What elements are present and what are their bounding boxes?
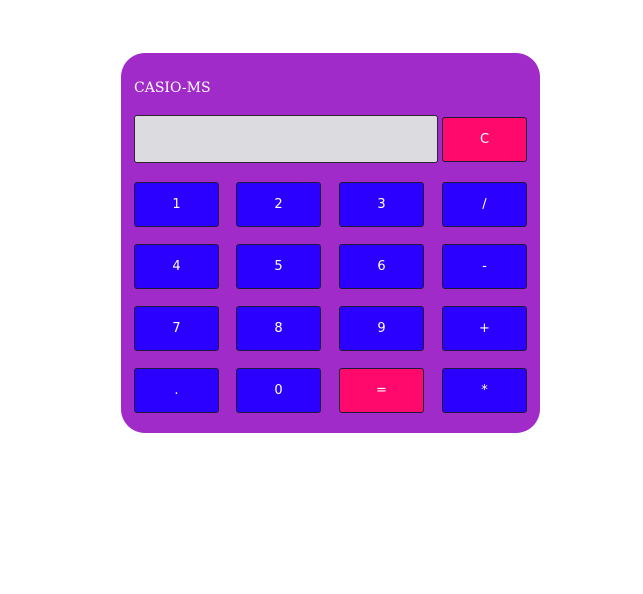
key-6-button[interactable]: 6 (339, 244, 424, 289)
decimal-button[interactable]: . (134, 368, 219, 413)
clear-button[interactable]: C (442, 117, 527, 162)
divide-button[interactable]: / (442, 182, 527, 227)
key-5-button[interactable]: 5 (236, 244, 321, 289)
key-9-button[interactable]: 9 (339, 306, 424, 351)
key-3-button[interactable]: 3 (339, 182, 424, 227)
calculator: CASIO-MS C 1 2 3 / 4 5 6 - 7 8 9 + . 0 =… (121, 53, 540, 433)
key-2-button[interactable]: 2 (236, 182, 321, 227)
multiply-button[interactable]: * (442, 368, 527, 413)
key-7-button[interactable]: 7 (134, 306, 219, 351)
equals-button[interactable]: = (339, 368, 424, 413)
key-0-button[interactable]: 0 (236, 368, 321, 413)
add-button[interactable]: + (442, 306, 527, 351)
key-8-button[interactable]: 8 (236, 306, 321, 351)
brand-label: CASIO-MS (134, 80, 211, 96)
key-4-button[interactable]: 4 (134, 244, 219, 289)
calculator-display[interactable] (134, 115, 438, 163)
subtract-button[interactable]: - (442, 244, 527, 289)
key-1-button[interactable]: 1 (134, 182, 219, 227)
